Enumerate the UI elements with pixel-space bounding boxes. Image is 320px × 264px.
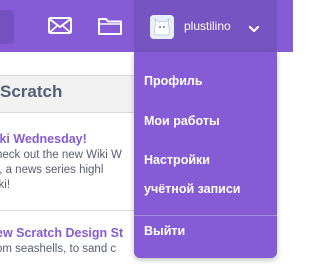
my-stuff-icon[interactable]	[96, 13, 124, 39]
menu-item-profile[interactable]: Профиль	[144, 74, 203, 88]
account-nav-button[interactable]: plustilino	[134, 0, 277, 52]
top-navbar: plustilino	[0, 0, 293, 52]
messages-icon[interactable]	[46, 13, 74, 39]
avatar	[150, 15, 174, 39]
news-panel-title: Scratch	[0, 82, 63, 101]
menu-item-my-stuff[interactable]: Мои работы	[144, 114, 220, 128]
menu-item-account-settings-line2[interactable]: учётной записи	[144, 182, 241, 196]
username-label: plustilino	[184, 19, 231, 33]
menu-item-sign-out[interactable]: Выйти	[144, 224, 185, 238]
menu-item-account-settings[interactable]: Настройки	[144, 153, 210, 167]
account-dropdown-menu: Профиль Мои работы Настройки учётной зап…	[134, 52, 277, 258]
dropdown-caret-icon	[248, 21, 260, 33]
search-bar[interactable]	[0, 10, 14, 44]
menu-divider	[134, 215, 277, 216]
